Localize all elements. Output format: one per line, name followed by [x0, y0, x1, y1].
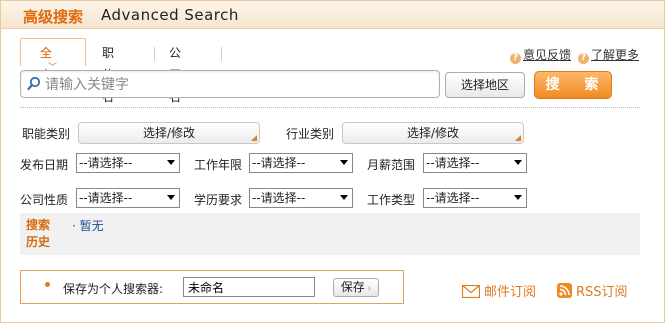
- function-category-button[interactable]: 选择/修改: [78, 122, 260, 144]
- save-searcher-box: 保存为个人搜索器: 保存 ›: [20, 270, 404, 304]
- search-button[interactable]: 搜 索: [534, 71, 612, 99]
- function-category-label: 职能类别: [22, 127, 71, 141]
- chevron-down-icon: [340, 160, 348, 165]
- search-history-empty: · 暂无: [72, 219, 104, 233]
- industry-category-button[interactable]: 选择/修改: [342, 122, 524, 144]
- job-type-value: --请选择--: [426, 191, 480, 205]
- publish-date-value: --请选择--: [79, 156, 133, 170]
- search-history: 搜索历史 · 暂无: [20, 213, 640, 255]
- searcher-name-input[interactable]: [183, 277, 315, 297]
- save-button[interactable]: 保存 ›: [333, 278, 379, 297]
- chevron-down-icon: [514, 160, 522, 165]
- save-button-label: 保存: [340, 280, 365, 294]
- chevron-down-icon: [167, 160, 175, 165]
- save-searcher-label: 保存为个人搜索器:: [63, 282, 164, 296]
- work-years-value: --请选择--: [252, 156, 306, 170]
- salary-range-select[interactable]: --请选择--: [423, 153, 527, 173]
- rss-subscribe-label: RSS订阅: [576, 285, 628, 300]
- page-title: 高级搜索: [23, 8, 84, 26]
- company-type-select[interactable]: --请选择--: [76, 188, 180, 208]
- feedback-link[interactable]: ? 意见反馈: [510, 46, 571, 64]
- bullet-icon: [45, 282, 50, 287]
- keyword-input[interactable]: [45, 75, 435, 95]
- work-years-label: 工作年限: [194, 158, 243, 172]
- learn-more-link-label: 了解更多: [591, 48, 640, 62]
- chevron-down-icon: [514, 195, 522, 200]
- question-circle-icon: ?: [578, 53, 589, 64]
- divider: [20, 107, 640, 108]
- job-type-select[interactable]: --请选择--: [423, 188, 527, 208]
- question-circle-icon: ?: [510, 53, 521, 64]
- learn-more-link[interactable]: ? 了解更多: [578, 46, 639, 64]
- envelope-icon: [461, 284, 481, 299]
- publish-date-label: 发布日期: [20, 158, 69, 172]
- feedback-link-label: 意见反馈: [523, 48, 572, 62]
- salary-range-value: --请选择--: [426, 156, 480, 170]
- rss-subscribe-link[interactable]: RSS订阅: [557, 281, 628, 300]
- publish-date-select[interactable]: --请选择--: [76, 153, 180, 173]
- keyword-search-box: [20, 70, 440, 98]
- email-subscribe-link[interactable]: 邮件订阅: [461, 281, 537, 300]
- page-title-english: Advanced Search: [101, 6, 239, 24]
- corner-triangle-icon: [251, 135, 257, 141]
- company-type-value: --请选择--: [79, 191, 133, 205]
- tab-divider: [221, 47, 222, 61]
- corner-triangle-icon: [515, 135, 521, 141]
- magnifier-icon: [27, 76, 41, 91]
- work-years-select[interactable]: --请选择--: [249, 153, 353, 173]
- salary-range-label: 月薪范围: [367, 158, 416, 172]
- education-value: --请选择--: [252, 191, 306, 205]
- rss-icon: [557, 283, 572, 298]
- education-select[interactable]: --请选择--: [249, 188, 353, 208]
- select-region-button[interactable]: 选择地区: [445, 72, 525, 98]
- email-subscribe-label: 邮件订阅: [484, 285, 537, 300]
- chevron-down-icon: [340, 195, 348, 200]
- arrow-right-icon: ›: [364, 284, 372, 294]
- search-history-label: 搜索历史: [26, 218, 51, 249]
- tab-divider: [154, 47, 155, 61]
- function-category-button-label: 选择/修改: [142, 126, 196, 140]
- tab-job-title[interactable]: 职位名: [102, 42, 114, 104]
- company-type-label: 公司性质: [20, 193, 69, 207]
- panel-header: 高级搜索 Advanced Search: [1, 1, 664, 29]
- industry-category-label: 行业类别: [286, 127, 335, 141]
- chevron-down-icon: [167, 195, 175, 200]
- education-label: 学历要求: [194, 193, 243, 207]
- job-type-label: 工作类型: [367, 193, 416, 207]
- industry-category-button-label: 选择/修改: [406, 126, 460, 140]
- tab-company-name[interactable]: 公司名: [169, 42, 181, 104]
